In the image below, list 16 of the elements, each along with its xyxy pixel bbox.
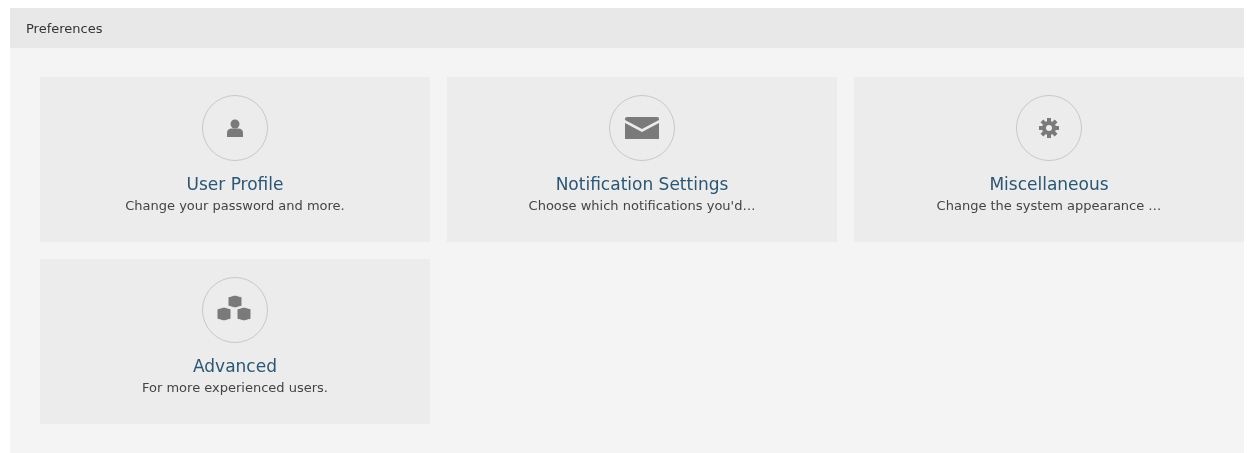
preference-card[interactable]: Notification Settings Choose which notifications you'd… (447, 77, 837, 242)
card-description: Choose which notifications you'd… (528, 197, 756, 215)
preference-card[interactable]: Advanced For more experienced users. (40, 259, 430, 424)
gear-icon (1039, 118, 1059, 138)
card-description: Change your password and more. (125, 197, 345, 215)
card-description: For more experienced users. (142, 379, 328, 397)
user-icon (227, 119, 243, 137)
panel-title: Preferences (26, 20, 103, 36)
card-title: User Profile (186, 173, 284, 195)
card-title: Notification Settings (555, 173, 729, 195)
card-title: Miscellaneous (989, 173, 1109, 195)
envelope-icon (625, 117, 659, 139)
card-description: Change the system appearance … (936, 197, 1162, 215)
preference-card[interactable]: Miscellaneous Change the system appearance … (854, 77, 1244, 242)
card-title: Advanced (193, 355, 277, 377)
preference-card[interactable]: User Profile Change your password and more. (40, 77, 430, 242)
